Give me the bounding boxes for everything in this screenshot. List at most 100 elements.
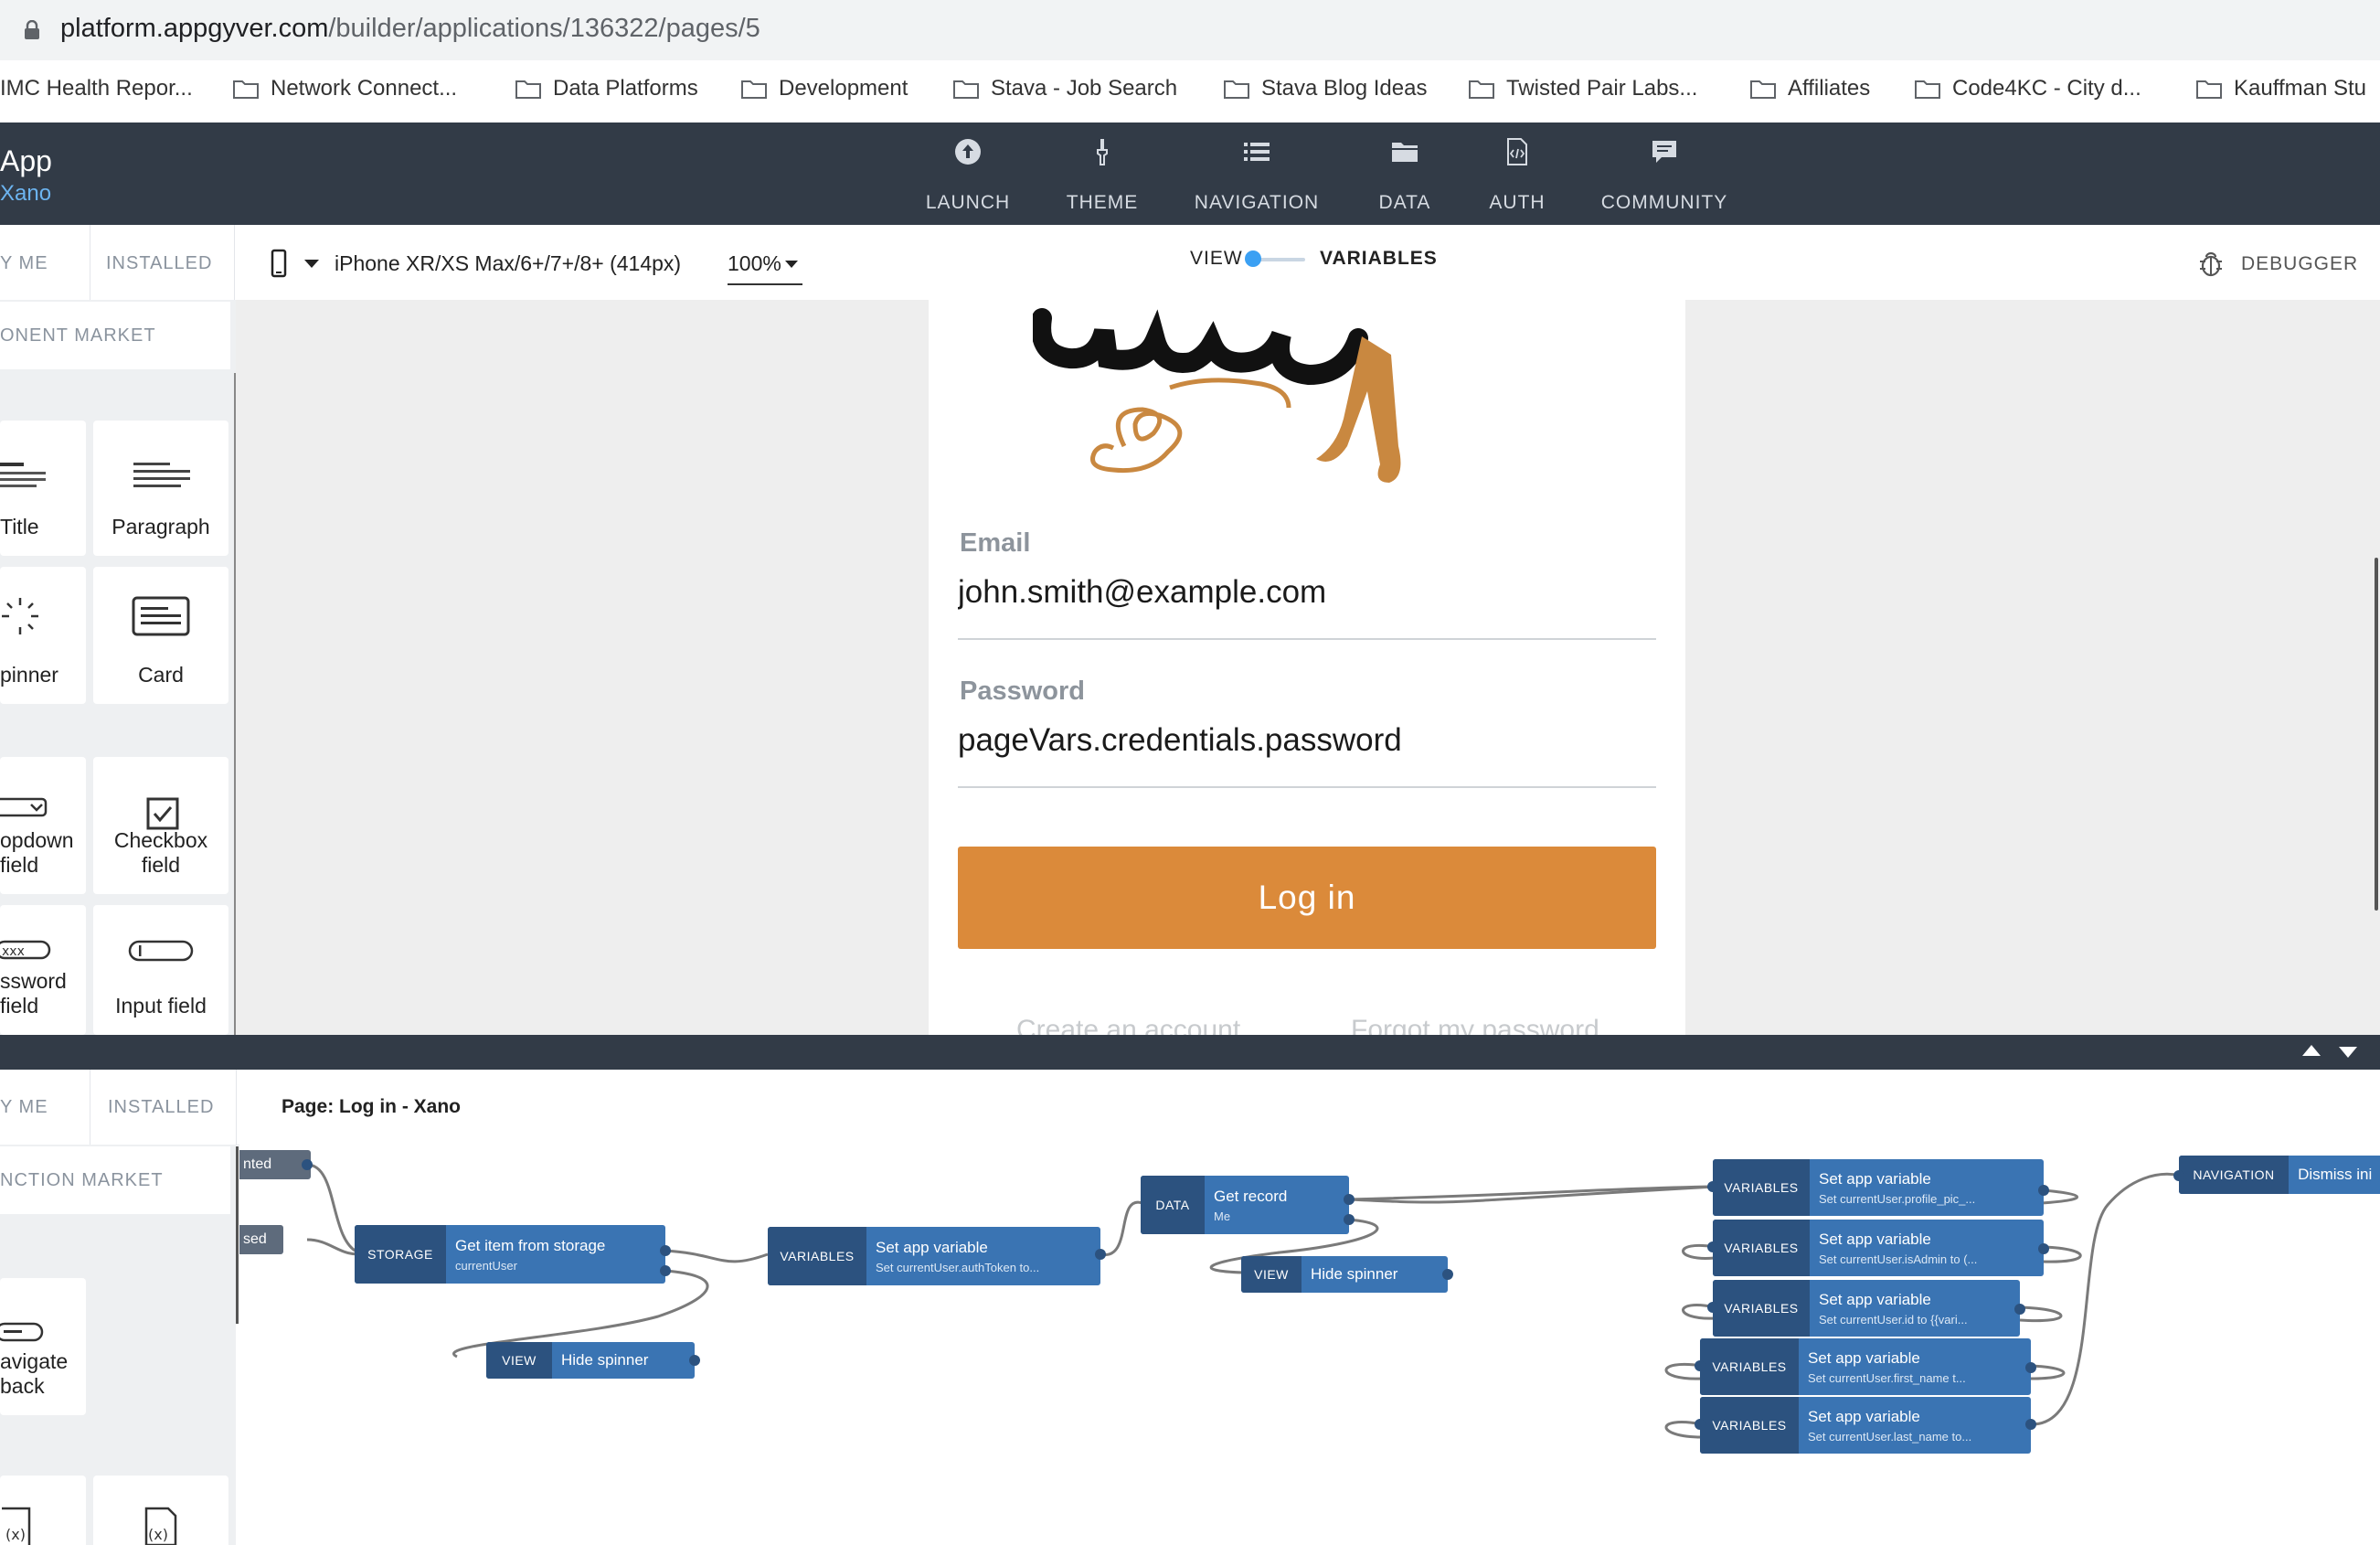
node-port[interactable]: [660, 1265, 671, 1276]
bookmark-item[interactable]: Stava Blog Ideas: [1223, 73, 1427, 104]
arrow-up-icon[interactable]: [2301, 1044, 2322, 1057]
url-text[interactable]: platform.appgyver.com/builder/applicatio…: [60, 14, 760, 44]
nav-data[interactable]: DATA: [1375, 137, 1435, 214]
bookmark-item[interactable]: Kauffman Stu: [2195, 73, 2366, 104]
node-port[interactable]: [2025, 1362, 2036, 1373]
zoom-select[interactable]: 100%: [728, 251, 781, 276]
node-port[interactable]: [1695, 1419, 1705, 1430]
node-port[interactable]: [1344, 1214, 1355, 1225]
nav-theme[interactable]: THEME: [1066, 137, 1139, 214]
bookmark-item[interactable]: Stava - Job Search: [952, 73, 1177, 104]
email-input[interactable]: [958, 574, 1656, 611]
logic-page-title: Page: Log in - Xano: [282, 1096, 462, 1117]
email-label: Email: [960, 528, 1031, 558]
component-input-field[interactable]: Input field: [93, 905, 228, 1035]
node-port[interactable]: [1695, 1360, 1705, 1371]
component-card[interactable]: Card: [93, 567, 228, 704]
canvas-scrollbar[interactable]: [2375, 558, 2378, 911]
node-port[interactable]: [2038, 1185, 2049, 1196]
app-header: [0, 123, 2380, 225]
function-market-link[interactable]: NCTION MARKET: [0, 1146, 230, 1214]
logic-tab-installed[interactable]: INSTALLED: [108, 1097, 214, 1118]
node-port[interactable]: [2025, 1419, 2036, 1430]
component-market-link[interactable]: ONENT MARKET: [0, 302, 230, 369]
function-item[interactable]: (x): [93, 1476, 228, 1545]
component-title[interactable]: Title: [0, 421, 86, 556]
editor-divider[interactable]: [0, 1035, 2380, 1070]
bookmark-item[interactable]: Data Platforms: [515, 73, 698, 104]
flow-node-get-item-storage[interactable]: STORAGE Get item from storage currentUser: [355, 1225, 665, 1284]
flow-node-navigation[interactable]: NAVIGATION Dismiss ini: [2179, 1156, 2380, 1194]
function-navigate-back[interactable]: avigate back: [0, 1278, 86, 1415]
flow-node-hide-spinner[interactable]: VIEW Hide spinner: [1241, 1256, 1448, 1293]
folder-icon: [1915, 80, 1940, 99]
bookmark-item[interactable]: Twisted Pair Labs...: [1468, 73, 1697, 104]
card-icon: [132, 596, 190, 636]
folder-icon: [741, 80, 767, 99]
svg-text:(x): (x): [5, 1526, 26, 1543]
component-paragraph[interactable]: Paragraph: [93, 421, 228, 556]
toggle-knob[interactable]: [1245, 250, 1261, 267]
tab-installed[interactable]: INSTALLED: [106, 253, 212, 274]
bookmark-item[interactable]: Code4KC - City d...: [1914, 73, 2141, 104]
nav-community[interactable]: COMMUNITY: [1601, 137, 1727, 214]
create-account-link[interactable]: Create an account: [1016, 1015, 1240, 1035]
view-label[interactable]: VIEW: [1190, 248, 1243, 270]
password-icon: xxx: [0, 940, 51, 960]
node-port[interactable]: [1707, 1241, 1718, 1252]
flow-node-get-record[interactable]: DATA Get record Me: [1141, 1176, 1349, 1234]
chevron-down-icon[interactable]: [303, 258, 320, 269]
node-port[interactable]: [689, 1355, 700, 1366]
node-port[interactable]: [1707, 1181, 1718, 1192]
login-button[interactable]: Log in: [958, 847, 1656, 949]
forgot-password-link[interactable]: Forgot my password: [1351, 1015, 1599, 1035]
bookmark-item[interactable]: Network Connect...: [232, 73, 457, 104]
chat-icon: [1652, 141, 1676, 163]
partial-node-mid[interactable]: sed: [239, 1225, 283, 1254]
password-input[interactable]: [958, 722, 1656, 759]
bookmark-item[interactable]: Development: [740, 73, 908, 104]
component-checkbox-field[interactable]: Checkbox field: [93, 757, 228, 894]
nav-launch[interactable]: LAUNCH: [926, 137, 1009, 214]
flow-node-set-app-variable[interactable]: VARIABLES Set app variable Set currentUse…: [1713, 1220, 2044, 1276]
node-port[interactable]: [1095, 1249, 1106, 1260]
tab-try-me[interactable]: Y ME: [0, 253, 48, 274]
node-port[interactable]: [1344, 1194, 1355, 1205]
flow-node-set-app-variable[interactable]: VARIABLES Set app variable Set currentUse…: [1700, 1397, 2031, 1454]
node-port[interactable]: [660, 1245, 671, 1256]
brush-icon: [1097, 139, 1108, 165]
function-item[interactable]: (x): [0, 1476, 86, 1545]
node-port[interactable]: [302, 1159, 313, 1170]
nav-navigation[interactable]: NAVIGATION: [1192, 137, 1322, 214]
node-port[interactable]: [1442, 1269, 1453, 1280]
flow-node-set-app-variable[interactable]: VARIABLES Set app variable Set currentUse…: [768, 1227, 1100, 1285]
component-password-field[interactable]: xxx ssword field: [0, 905, 86, 1035]
bookmark-item[interactable]: IMC Health Repor...: [0, 73, 193, 104]
node-port[interactable]: [2014, 1304, 2025, 1315]
dropdown-icon: [0, 797, 48, 817]
bookmark-item[interactable]: Affiliates: [1749, 73, 1870, 104]
arrow-down-icon[interactable]: [2338, 1046, 2358, 1059]
flow-node-set-app-variable[interactable]: VARIABLES Set app variable Set currentUse…: [1713, 1280, 2020, 1337]
app-title: App: [0, 144, 52, 177]
partial-node-top[interactable]: nted: [239, 1150, 311, 1179]
flow-node-set-app-variable[interactable]: VARIABLES Set app variable Set currentUse…: [1700, 1338, 2031, 1395]
node-port[interactable]: [2038, 1243, 2049, 1254]
node-port[interactable]: [2173, 1170, 2184, 1181]
device-select[interactable]: iPhone XR/XS Max/6+/7+/8+ (414px): [335, 251, 681, 276]
component-spinner[interactable]: pinner: [0, 567, 86, 704]
nav-auth[interactable]: AUTH: [1489, 137, 1545, 214]
flow-node-hide-spinner[interactable]: VIEW Hide spinner: [486, 1342, 695, 1379]
logic-tab-try-me[interactable]: Y ME: [0, 1097, 48, 1118]
chevron-down-icon[interactable]: [784, 260, 799, 269]
flow-node-set-app-variable[interactable]: VARIABLES Set app variable Set currentUse…: [1713, 1159, 2044, 1216]
component-dropdown-field[interactable]: opdown field: [0, 757, 86, 894]
node-port[interactable]: [1707, 1302, 1718, 1313]
variables-label[interactable]: VARIABLES: [1320, 248, 1438, 270]
folder-icon: [515, 80, 541, 99]
debugger-button[interactable]: DEBUGGER: [2241, 253, 2358, 275]
function-panel-scrollbar[interactable]: [236, 1146, 239, 1324]
folder-icon: [1469, 80, 1494, 99]
app-subtitle[interactable]: Xano: [0, 181, 51, 207]
code-file-icon: [1507, 138, 1527, 165]
